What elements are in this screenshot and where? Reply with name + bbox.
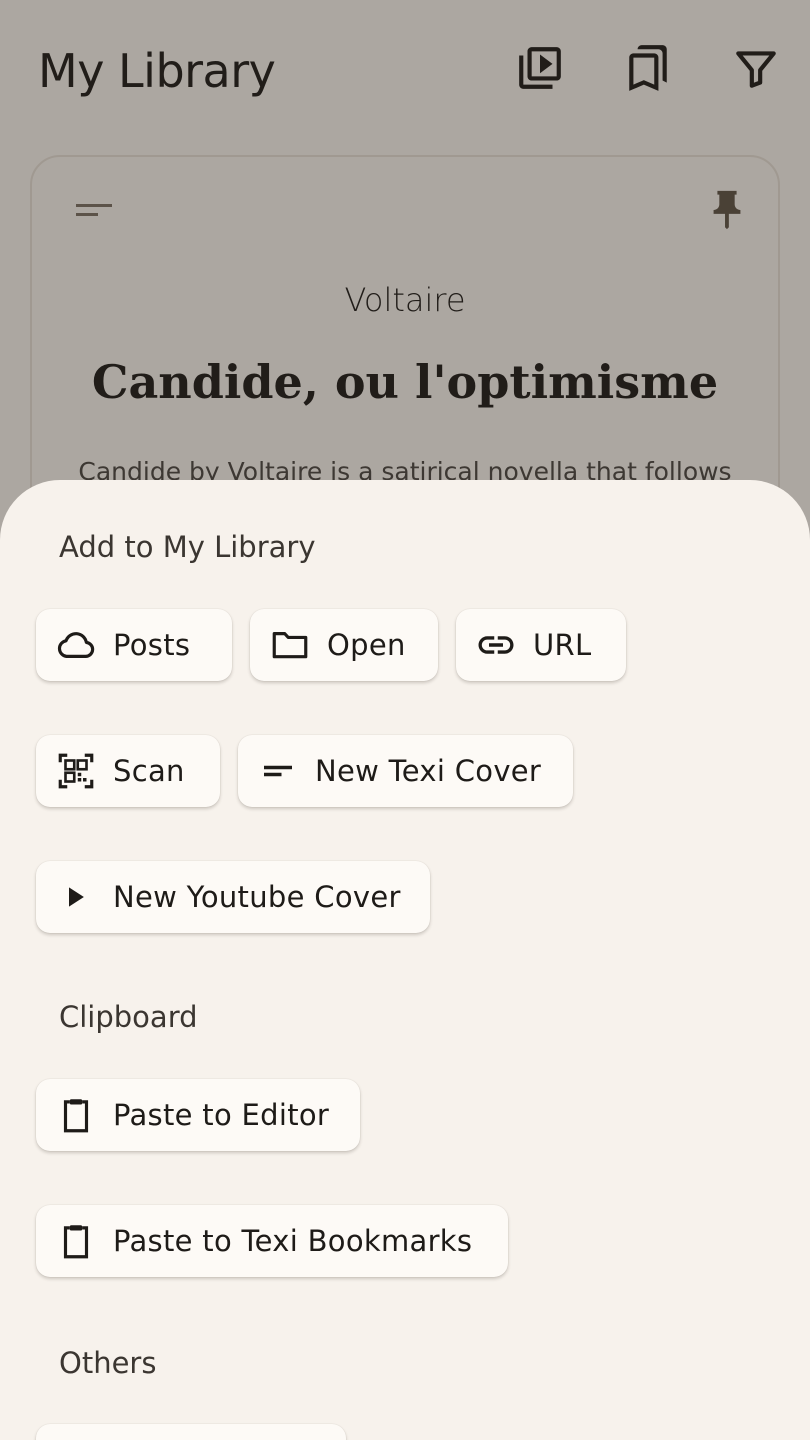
screen: My Library Voltaire Candide, ou l'optimi… <box>0 0 810 1440</box>
folder-icon <box>268 623 312 667</box>
posts-label: Posts <box>113 628 191 662</box>
section-title-add: Add to My Library <box>59 530 316 564</box>
url-label: URL <box>533 628 592 662</box>
paste-to-editor-label: Paste to Editor <box>113 1098 330 1132</box>
section-title-clipboard: Clipboard <box>59 1000 198 1034</box>
cloud-icon <box>54 623 98 667</box>
scan-button[interactable]: Scan <box>36 735 220 807</box>
scan-label: Scan <box>113 754 185 788</box>
new-texi-cover-button[interactable]: New Texi Cover <box>238 735 573 807</box>
qr-scan-icon <box>54 749 98 793</box>
url-button[interactable]: URL <box>456 609 626 681</box>
open-button[interactable]: Open <box>250 609 438 681</box>
short-text-icon <box>256 749 300 793</box>
add-bottom-sheet: Add to My Library Posts Open URL Scan Ne… <box>0 480 810 1440</box>
clipboard-icon <box>54 1219 98 1263</box>
section-title-others: Others <box>59 1346 157 1380</box>
paste-to-texi-bookmarks-button[interactable]: Paste to Texi Bookmarks <box>36 1205 508 1277</box>
play-icon <box>54 875 98 919</box>
new-youtube-cover-button[interactable]: New Youtube Cover <box>36 861 430 933</box>
clipboard-icon <box>54 1093 98 1137</box>
new-youtube-cover-label: New Youtube Cover <box>113 880 401 914</box>
new-texi-cover-label: New Texi Cover <box>315 754 542 788</box>
open-label: Open <box>327 628 406 662</box>
posts-button[interactable]: Posts <box>36 609 232 681</box>
paste-to-editor-button[interactable]: Paste to Editor <box>36 1079 360 1151</box>
paste-to-texi-bookmarks-label: Paste to Texi Bookmarks <box>113 1224 473 1258</box>
link-icon <box>474 623 518 667</box>
others-first-button[interactable] <box>36 1424 346 1440</box>
